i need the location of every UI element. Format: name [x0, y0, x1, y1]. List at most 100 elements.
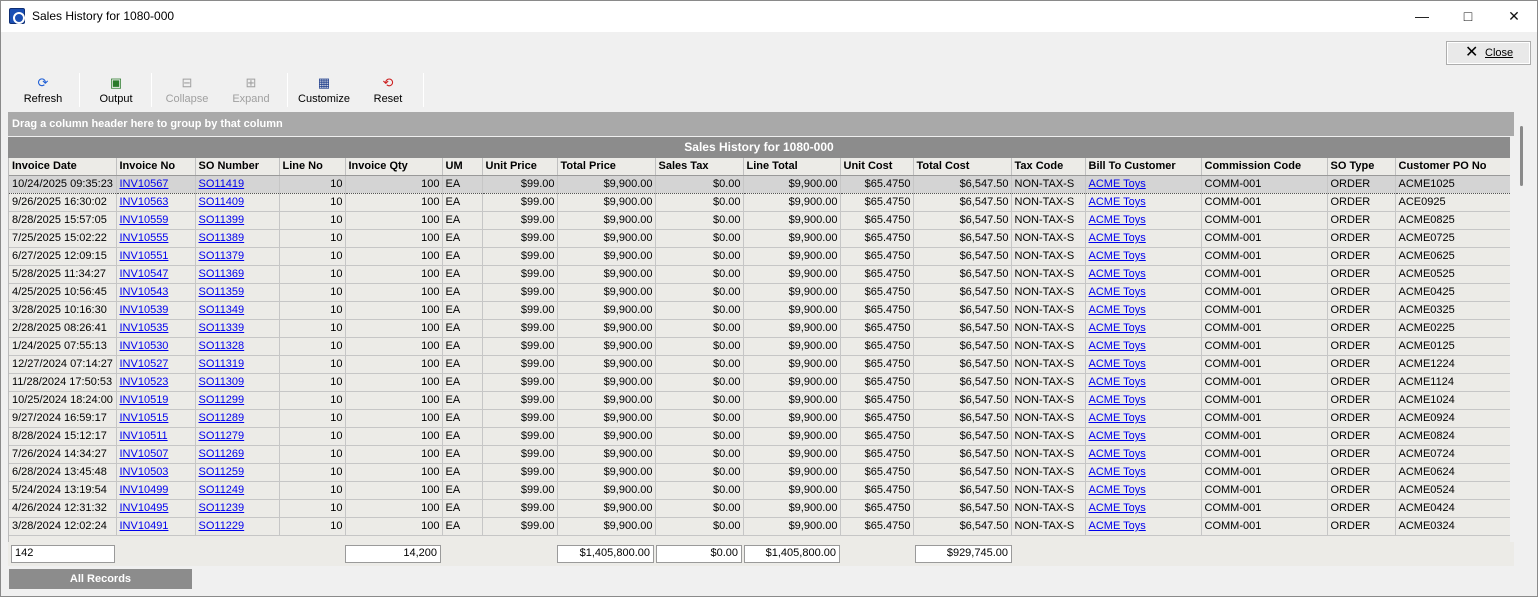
cell-link[interactable]: INV10551	[120, 250, 169, 262]
cell-link[interactable]: SO11359	[199, 286, 245, 298]
cell-link[interactable]: INV10563	[120, 196, 169, 208]
column-header-unit-price[interactable]: Unit Price	[482, 158, 558, 176]
cell-link[interactable]: ACME Toys	[1089, 484, 1146, 496]
vertical-scrollbar[interactable]	[1515, 112, 1529, 566]
cell-link[interactable]: ACME Toys	[1089, 412, 1146, 424]
close-button[interactable]: ✕ Close	[1446, 41, 1531, 65]
group-by-area[interactable]: Drag a column header here to group by th…	[8, 112, 1514, 136]
cell-link[interactable]: SO11229	[199, 520, 245, 532]
cell-link[interactable]: SO11289	[199, 412, 245, 424]
cell-link[interactable]: INV10495	[120, 502, 169, 514]
cell-link[interactable]: SO11249	[199, 484, 245, 496]
table-row[interactable]: 8/28/2024 15:12:17 INV10511 SO11279 10 100 EA…	[9, 427, 1510, 446]
cell-link[interactable]: INV10527	[120, 358, 169, 370]
cell-link[interactable]: INV10555	[120, 232, 169, 244]
cell-link[interactable]: SO11328	[199, 340, 245, 352]
tab-all-records[interactable]: All Records	[9, 569, 192, 589]
table-row[interactable]: 2/28/2025 08:26:41 INV10535 SO11339 10 100 EA…	[9, 319, 1510, 338]
cell-link[interactable]: SO11399	[199, 214, 245, 226]
cell-link[interactable]: ACME Toys	[1089, 322, 1146, 334]
column-header-so-number[interactable]: SO Number	[195, 158, 280, 176]
cell-link[interactable]: INV10559	[120, 214, 169, 226]
column-header-customer-po-no[interactable]: Customer PO No	[1395, 158, 1510, 176]
output-button[interactable]: ▣ Output	[91, 73, 141, 107]
cell-link[interactable]: ACME Toys	[1089, 340, 1146, 352]
table-row[interactable]: 7/26/2024 14:34:27 INV10507 SO11269 10 100 EA…	[9, 445, 1510, 464]
cell-link[interactable]: SO11299	[199, 394, 245, 406]
cell-link[interactable]: SO11379	[199, 250, 245, 262]
cell-link[interactable]: ACME Toys	[1089, 286, 1146, 298]
cell-link[interactable]: SO11269	[199, 448, 245, 460]
column-header-line-no[interactable]: Line No	[279, 158, 346, 176]
column-header-tax-code[interactable]: Tax Code	[1011, 158, 1086, 176]
cell-link[interactable]: ACME Toys	[1089, 430, 1146, 442]
cell-link[interactable]: INV10530	[120, 340, 169, 352]
table-row[interactable]: 10/25/2024 18:24:00 INV10519 SO11299 10 100 E…	[9, 391, 1510, 410]
column-header-invoice-qty[interactable]: Invoice Qty	[345, 158, 443, 176]
cell-link[interactable]: SO11339	[199, 322, 245, 334]
reset-button[interactable]: ⟲ Reset	[367, 73, 409, 107]
table-row[interactable]: 4/25/2025 10:56:45 INV10543 SO11359 10 100 EA…	[9, 283, 1510, 302]
column-header-total-price[interactable]: Total Price	[557, 158, 656, 176]
cell-link[interactable]: SO11409	[199, 196, 245, 208]
cell-link[interactable]: ACME Toys	[1089, 178, 1146, 190]
cell-link[interactable]: ACME Toys	[1089, 214, 1146, 226]
cell-link[interactable]: ACME Toys	[1089, 232, 1146, 244]
cell-link[interactable]: SO11389	[199, 232, 245, 244]
table-row[interactable]: 5/24/2024 13:19:54 INV10499 SO11249 10 100 EA…	[9, 481, 1510, 500]
table-row[interactable]: 9/27/2024 16:59:17 INV10515 SO11289 10 100 EA…	[9, 409, 1510, 428]
column-header-bill-to-customer[interactable]: Bill To Customer	[1085, 158, 1202, 176]
cell-link[interactable]: INV10567	[120, 178, 169, 190]
cell-link[interactable]: ACME Toys	[1089, 466, 1146, 478]
cell-link[interactable]: ACME Toys	[1089, 394, 1146, 406]
cell-link[interactable]: INV10507	[120, 448, 169, 460]
cell-link[interactable]: INV10503	[120, 466, 169, 478]
column-header-line-total[interactable]: Line Total	[743, 158, 841, 176]
maximize-icon[interactable]: □	[1445, 1, 1491, 32]
table-row[interactable]: 6/27/2025 12:09:15 INV10551 SO11379 10 100 EA…	[9, 247, 1510, 266]
column-header-so-type[interactable]: SO Type	[1327, 158, 1396, 176]
column-header-invoice-date[interactable]: Invoice Date	[9, 158, 117, 176]
cell-link[interactable]: INV10535	[120, 322, 169, 334]
cell-link[interactable]: ACME Toys	[1089, 502, 1146, 514]
cell-link[interactable]: INV10515	[120, 412, 169, 424]
column-header-invoice-no[interactable]: Invoice No	[116, 158, 196, 176]
column-header-sales-tax[interactable]: Sales Tax	[655, 158, 744, 176]
cell-link[interactable]: SO11239	[199, 502, 245, 514]
cell-link[interactable]: SO11279	[199, 430, 245, 442]
cell-link[interactable]: INV10511	[120, 430, 168, 442]
table-row[interactable]: 11/28/2024 17:50:53 INV10523 SO11309 10 100 E…	[9, 373, 1510, 392]
table-row[interactable]: 8/28/2025 15:57:05 INV10559 SO11399 10 100 EA…	[9, 211, 1510, 230]
customize-button[interactable]: ▦ Customize	[295, 73, 353, 107]
cell-link[interactable]: ACME Toys	[1089, 520, 1146, 532]
cell-link[interactable]: INV10499	[120, 484, 169, 496]
column-header-unit-cost[interactable]: Unit Cost	[840, 158, 914, 176]
cell-link[interactable]: SO11419	[199, 178, 245, 190]
cell-link[interactable]: INV10547	[120, 268, 169, 280]
table-row[interactable]: 1/24/2025 07:55:13 INV10530 SO11328 10 100 EA…	[9, 337, 1510, 356]
cell-link[interactable]: INV10539	[120, 304, 169, 316]
cell-link[interactable]: SO11259	[199, 466, 245, 478]
minimize-icon[interactable]: —	[1399, 1, 1445, 32]
table-row[interactable]: 9/26/2025 16:30:02 INV10563 SO11409 10 100 EA…	[9, 193, 1510, 212]
cell-link[interactable]: ACME Toys	[1089, 196, 1146, 208]
table-row[interactable]: 10/24/2025 09:35:23 INV10567 SO11419 10 100 E…	[9, 174, 1510, 194]
cell-link[interactable]: ACME Toys	[1089, 358, 1146, 370]
column-header-total-cost[interactable]: Total Cost	[913, 158, 1012, 176]
expand-button[interactable]: ⊞ Expand	[229, 73, 273, 107]
table-row[interactable]: 3/28/2024 12:02:24 INV10491 SO11229 10 100 EA…	[9, 517, 1510, 536]
cell-link[interactable]: SO11369	[199, 268, 245, 280]
collapse-button[interactable]: ⊟ Collapse	[163, 73, 211, 107]
cell-link[interactable]: ACME Toys	[1089, 304, 1146, 316]
column-header-um[interactable]: UM	[442, 158, 483, 176]
cell-link[interactable]: ACME Toys	[1089, 268, 1146, 280]
close-icon[interactable]: ✕	[1491, 1, 1537, 32]
cell-link[interactable]: ACME Toys	[1089, 250, 1146, 262]
cell-link[interactable]: ACME Toys	[1089, 376, 1146, 388]
table-row[interactable]: 5/28/2025 11:34:27 INV10547 SO11369 10 100 EA…	[9, 265, 1510, 284]
cell-link[interactable]: ACME Toys	[1089, 448, 1146, 460]
table-row[interactable]: 7/25/2025 15:02:22 INV10555 SO11389 10 100 EA…	[9, 229, 1510, 248]
scrollbar-thumb[interactable]	[1520, 126, 1523, 186]
cell-link[interactable]: SO11309	[199, 376, 245, 388]
cell-link[interactable]: SO11319	[199, 358, 245, 370]
